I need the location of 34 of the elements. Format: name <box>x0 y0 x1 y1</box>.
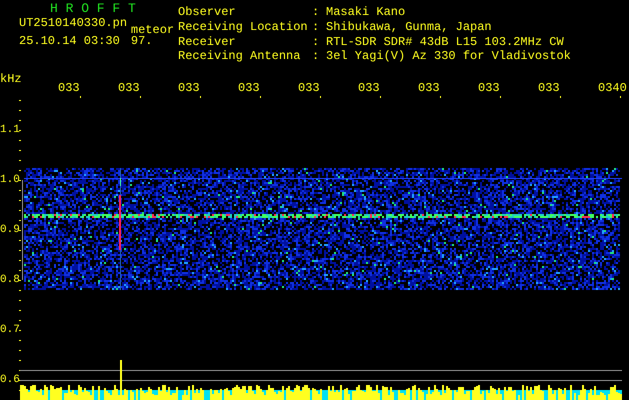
colon-separator: : <box>312 36 320 50</box>
info-label: Receiver <box>178 36 237 50</box>
time-label: 033 <box>178 82 200 94</box>
info-value: Masaki Kano <box>326 6 406 21</box>
info-label: Observer <box>178 6 237 21</box>
time-label: 0340 <box>598 82 627 94</box>
info-value: 3el Yagi(V) Az 330 for Vladivostok <box>326 50 571 65</box>
detection-tag: meteor <box>130 17 178 35</box>
time-label: 033 <box>238 82 260 94</box>
info-value: RTL-SDR SDR# 43dB L15 103.2MHz CW <box>326 36 565 50</box>
file-name: UT2510140330.pn <box>19 17 128 32</box>
info-label: Receiving Antenna <box>178 50 302 65</box>
frequency-label: 1.0 <box>0 174 20 186</box>
info-label: Receiving Location <box>178 20 309 36</box>
colon-separator: : <box>312 20 320 36</box>
time-label: 033 <box>298 82 320 94</box>
frequency-label: 0.7 <box>0 324 20 336</box>
frequency-label: 0.6 <box>0 374 20 386</box>
info-value: Shibukawa, Gunma, Japan <box>326 20 493 36</box>
time-label: 033 <box>538 82 560 94</box>
time-label: 033 <box>418 82 440 94</box>
count-value: 97. <box>130 35 154 47</box>
frequency-label: 0.8 <box>0 274 20 286</box>
frequency-label: 1.1 <box>0 124 20 136</box>
frequency-label: 0.9 <box>0 224 20 236</box>
time-label: 033 <box>118 82 140 94</box>
app-title: H R O F F T <box>49 3 137 17</box>
colon-separator: : <box>312 6 320 21</box>
colon-separator: : <box>312 50 320 65</box>
unit-label: kHz <box>0 73 22 85</box>
date-time: 25.10.14 03:30 <box>19 35 121 47</box>
time-label: 033 <box>58 82 80 94</box>
time-label: 033 <box>358 82 380 94</box>
time-label: 033 <box>478 82 500 94</box>
